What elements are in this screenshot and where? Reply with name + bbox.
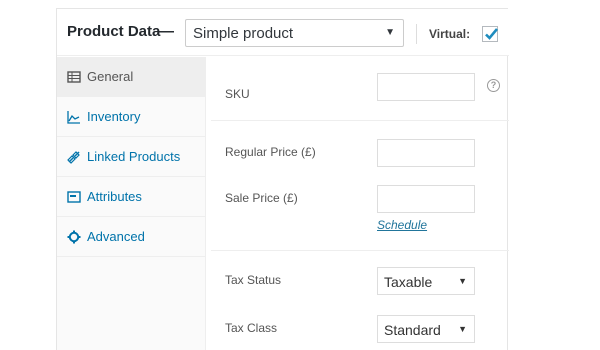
tab-attributes-label: Attributes [87, 189, 142, 204]
gear-icon [67, 230, 81, 244]
tax-status-select[interactable]: Taxable ▼ [377, 267, 475, 295]
product-data-panel: Product Data — Simple product ▼ Virtual:… [56, 8, 509, 350]
help-icon[interactable]: ? [487, 79, 500, 92]
product-data-tabs: General Inventory Linked Products Attrib… [57, 57, 206, 350]
tax-class-value: Standard [384, 322, 441, 338]
title-dash: — [159, 23, 174, 40]
virtual-label: Virtual: [429, 27, 471, 41]
sku-label: SKU [225, 87, 250, 101]
tab-attributes[interactable]: Attributes [57, 177, 205, 217]
regular-price-label: Regular Price (£) [225, 145, 316, 159]
chart-icon [67, 111, 80, 124]
tax-class-label: Tax Class [225, 321, 278, 335]
tax-status-label: Tax Status [225, 273, 282, 287]
table-icon [67, 71, 81, 83]
link-icon [67, 151, 80, 164]
schedule-link[interactable]: Schedule [377, 218, 427, 232]
product-type-value: Simple product [193, 25, 294, 42]
tab-advanced-label: Advanced [87, 229, 145, 244]
tax-status-value: Taxable [384, 274, 433, 290]
panel-title: Product Data [67, 23, 161, 40]
tab-general-label: General [87, 69, 134, 84]
product-type-select[interactable]: Simple product ▼ [185, 19, 404, 47]
attributes-icon [67, 191, 81, 203]
product-data-header: Product Data — Simple product ▼ Virtual: [57, 9, 509, 56]
header-separator [416, 24, 417, 44]
sale-price-input[interactable] [377, 185, 475, 213]
sku-input[interactable] [377, 73, 475, 101]
tax-class-select[interactable]: Standard ▼ [377, 315, 475, 343]
tab-advanced[interactable]: Advanced [57, 217, 205, 257]
chevron-down-icon: ▼ [385, 27, 395, 38]
chevron-down-icon: ▼ [458, 324, 467, 334]
sale-price-label: Sale Price (£) [225, 191, 298, 205]
general-options-pane: SKU ? Regular Price (£) Sale Price (£) S… [207, 57, 509, 350]
section-divider [211, 250, 509, 251]
section-divider [211, 120, 509, 121]
virtual-checkbox[interactable] [482, 26, 498, 42]
tab-inventory-label: Inventory [87, 109, 141, 124]
regular-price-input[interactable] [377, 139, 475, 167]
tab-general[interactable]: General [57, 57, 206, 97]
tab-linked-products[interactable]: Linked Products [57, 137, 205, 177]
tab-linked-products-label: Linked Products [87, 149, 181, 164]
tab-inventory[interactable]: Inventory [57, 97, 205, 137]
chevron-down-icon: ▼ [458, 276, 467, 286]
checkmark-icon [485, 28, 498, 40]
